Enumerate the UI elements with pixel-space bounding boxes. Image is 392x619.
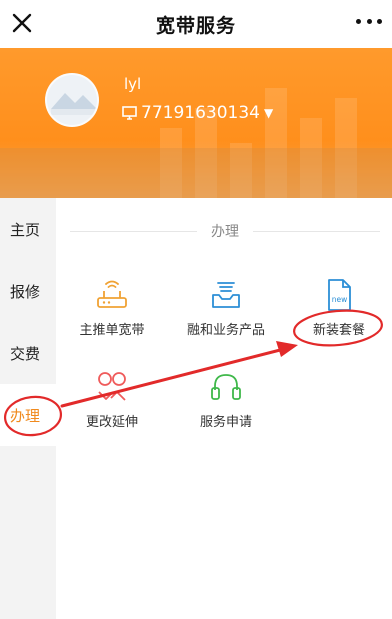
username: lyl (124, 75, 142, 93)
close-icon[interactable] (10, 11, 34, 35)
service-new-package[interactable]: new 新装套餐 (284, 278, 392, 338)
top-bar: 宽带服务 (0, 0, 392, 48)
service-converged-products[interactable]: 融和业务产品 (171, 278, 281, 338)
service-label: 主推单宽带 (79, 323, 145, 338)
account-banner: lyl 77191630134 ▼ (0, 48, 392, 198)
sidebar-item-handle[interactable]: 办理 (0, 384, 56, 446)
mountain-image-icon (51, 93, 97, 115)
more-options-icon[interactable] (356, 16, 382, 26)
phone-selector[interactable]: 77191630134 ▼ (122, 103, 273, 123)
section-title: 办理 (211, 224, 239, 240)
annotation-arrowhead (276, 341, 298, 357)
sidebar-item-home[interactable]: 主页 (0, 198, 56, 260)
service-label: 新装套餐 (312, 323, 365, 338)
swap-circles-icon (98, 372, 126, 401)
phone-number: 77191630134 (141, 103, 260, 123)
sidebar-item-repair[interactable]: 报修 (0, 260, 56, 322)
service-request[interactable]: 服务申请 (171, 370, 281, 430)
service-change-extend[interactable]: 更改延伸 (57, 370, 167, 430)
service-label: 服务申请 (199, 415, 252, 430)
new-document-icon: new (328, 279, 351, 311)
inbox-tray-icon (212, 282, 240, 308)
headset-icon (211, 374, 241, 400)
service-label: 更改延伸 (85, 415, 138, 430)
section-header: 办理 (70, 220, 380, 242)
page-title: 宽带服务 (155, 14, 236, 37)
caret-down-icon: ▼ (263, 106, 274, 120)
service-main-broadband[interactable]: 主推单宽带 (57, 278, 167, 338)
monitor-icon (122, 106, 137, 120)
svg-text:new: new (332, 295, 348, 304)
router-icon (97, 280, 127, 308)
sidebar-item-payment[interactable]: 交费 (0, 322, 56, 384)
sidebar: 主页 报修 交费 办理 (0, 198, 56, 619)
avatar[interactable] (45, 73, 99, 127)
service-label: 融和业务产品 (186, 323, 265, 338)
